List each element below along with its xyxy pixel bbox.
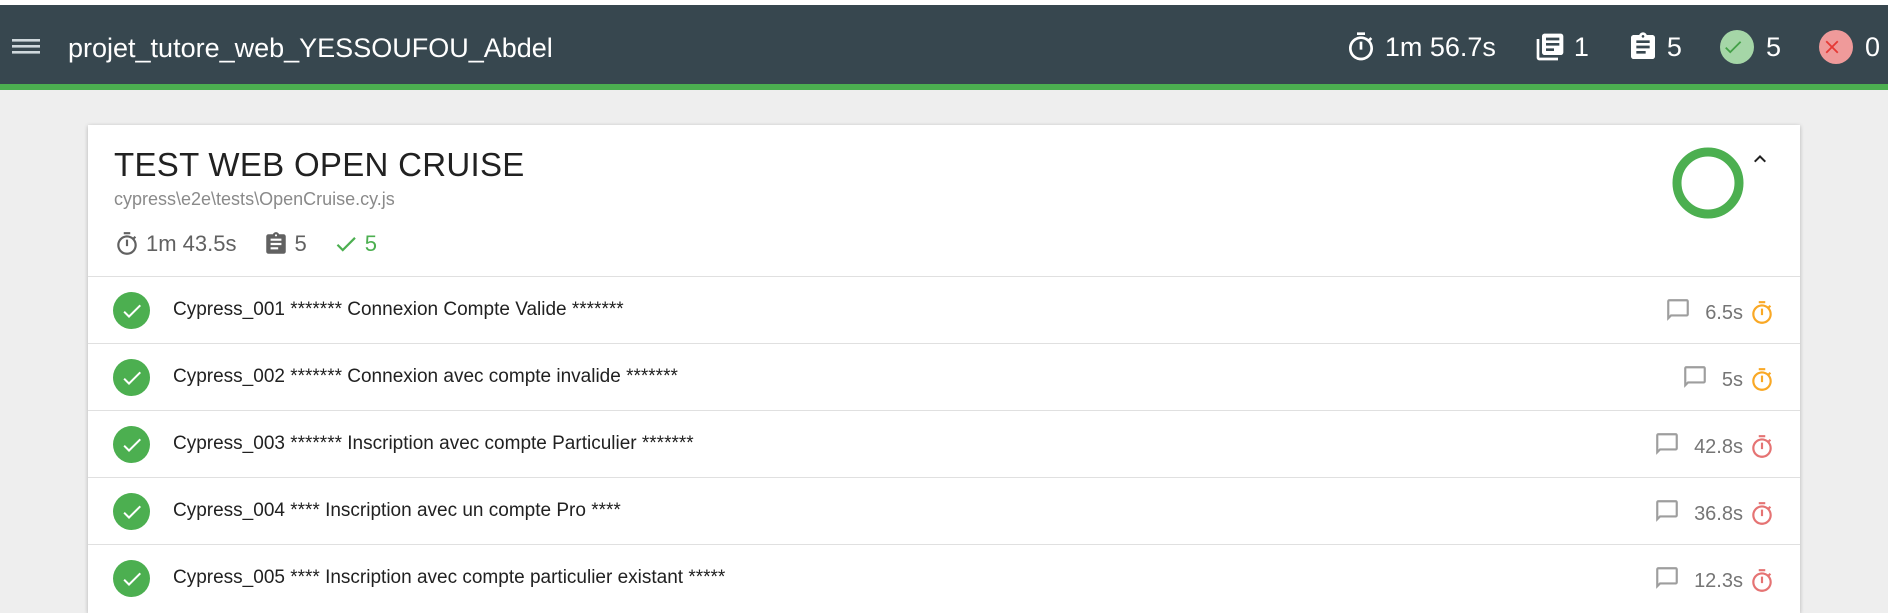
assignment-icon [1630, 32, 1655, 59]
test-title: Cypress_001 ******* Connexion Compte Val… [173, 299, 624, 320]
timer-icon [1749, 568, 1775, 594]
test-row[interactable]: Cypress_004 **** Inscription avec un com… [88, 477, 1800, 544]
test-row[interactable]: Cypress_002 ******* Connexion avec compt… [88, 343, 1800, 410]
timer-icon [1749, 434, 1775, 460]
test-list: Cypress_001 ******* Connexion Compte Val… [88, 276, 1800, 611]
stats-bar: 1m 56.7s 1 5 5 0 [1307, 27, 1888, 67]
duration-stat[interactable]: 1m 56.7s [1345, 31, 1496, 63]
suite-passed-value: 5 [364, 231, 377, 256]
suite-card: TEST WEB OPEN CRUISE cypress\e2e\tests\O… [88, 125, 1800, 613]
comment-icon[interactable] [1654, 565, 1680, 597]
suite-duration: 1m 43.5s [114, 231, 237, 257]
test-meta: 42.8s [1654, 431, 1775, 463]
navbar-accent-line [0, 84, 1888, 90]
report-title: projet_tutore_web_YESSOUFOU_Abdel [68, 33, 553, 63]
test-row[interactable]: Cypress_003 ******* Inscription avec com… [88, 410, 1800, 477]
check-circle-icon [113, 560, 150, 597]
timer-icon [1348, 32, 1373, 61]
test-meta: 36.8s [1654, 498, 1775, 530]
suites-count: 1 [1573, 31, 1589, 62]
test-meta: 5s [1682, 364, 1775, 396]
suite-tests: 5 [263, 231, 307, 257]
suite-pass-chart [1672, 147, 1744, 219]
comment-icon[interactable] [1665, 297, 1691, 329]
test-row[interactable]: Cypress_001 ******* Connexion Compte Val… [88, 276, 1800, 343]
failed-count: 0 [1864, 31, 1880, 62]
test-title: Cypress_004 **** Inscription avec un com… [173, 500, 621, 521]
comment-icon[interactable] [1682, 364, 1708, 396]
suite-title: TEST WEB OPEN CRUISE [114, 146, 525, 183]
failed-stat[interactable]: 0 [1818, 30, 1880, 64]
check-icon [1719, 30, 1754, 64]
test-meta: 12.3s [1654, 565, 1775, 597]
timer-icon [117, 232, 137, 255]
test-meta: 6.5s [1665, 297, 1775, 329]
assignment-icon [265, 232, 286, 254]
suite-passed: 5 [333, 231, 377, 257]
check-circle-icon [113, 426, 150, 463]
test-title: Cypress_005 **** Inscription avec compte… [173, 567, 726, 588]
test-title: Cypress_003 ******* Inscription avec com… [173, 433, 694, 454]
library-books-icon [1536, 33, 1564, 61]
passed-stat[interactable]: 5 [1719, 30, 1781, 64]
comment-icon[interactable] [1654, 498, 1680, 530]
tests-stat[interactable]: 5 [1627, 31, 1682, 63]
timer-icon [1749, 501, 1775, 527]
test-duration: 12.3s [1694, 569, 1743, 592]
check-circle-icon [113, 292, 150, 329]
test-duration: 42.8s [1694, 435, 1743, 458]
menu-icon[interactable] [10, 32, 44, 60]
check-circle-icon [113, 493, 150, 530]
test-title: Cypress_002 ******* Connexion avec compt… [173, 366, 678, 387]
test-duration: 6.5s [1705, 301, 1743, 324]
check-circle-icon [113, 359, 150, 396]
timer-icon [1749, 300, 1775, 326]
test-duration: 5s [1721, 368, 1743, 391]
suite-summary: 1m 43.5s 5 5 [114, 231, 403, 257]
suites-stat[interactable]: 1 [1534, 31, 1589, 63]
navbar: projet_tutore_web_YESSOUFOU_Abdel 1m 56.… [0, 5, 1888, 84]
suite-file-path: cypress\e2e\tests\OpenCruise.cy.js [114, 189, 395, 209]
tests-count: 5 [1666, 31, 1682, 62]
close-icon [1818, 30, 1853, 64]
duration-value: 1m 56.7s [1384, 31, 1496, 62]
check-icon [336, 237, 356, 252]
comment-icon[interactable] [1654, 431, 1680, 463]
test-row[interactable]: Cypress_005 **** Inscription avec compte… [88, 544, 1800, 611]
passed-count: 5 [1765, 31, 1781, 62]
test-duration: 36.8s [1694, 502, 1743, 525]
suite-tests-value: 5 [294, 231, 307, 256]
timer-icon [1749, 367, 1775, 393]
chevron-up-icon[interactable] [1748, 147, 1772, 176]
suite-duration-value: 1m 43.5s [146, 231, 237, 256]
